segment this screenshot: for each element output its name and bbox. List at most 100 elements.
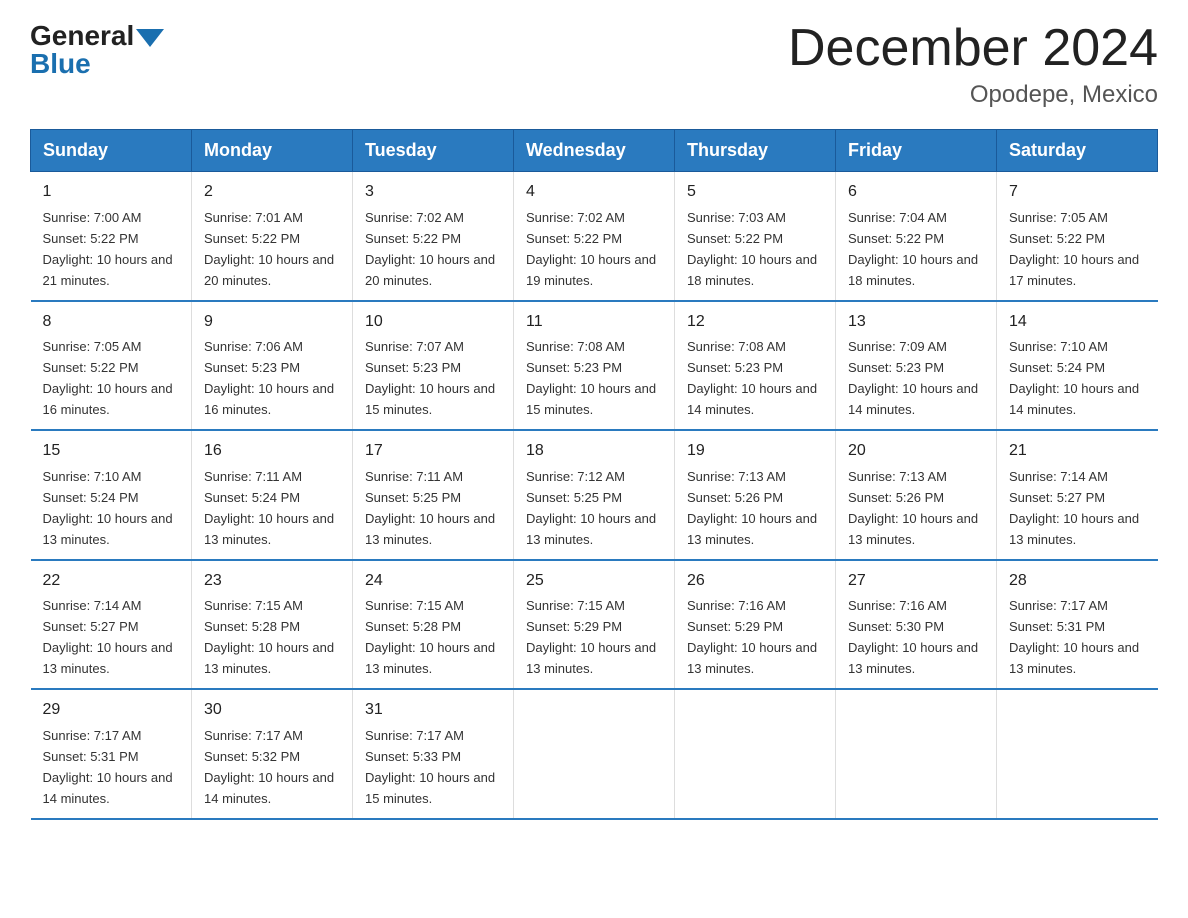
day-info: Sunrise: 7:03 AMSunset: 5:22 PMDaylight:…: [687, 210, 817, 288]
calendar-cell: 1 Sunrise: 7:00 AMSunset: 5:22 PMDayligh…: [31, 172, 192, 301]
calendar-subtitle: Opodepe, Mexico: [788, 81, 1158, 109]
calendar-cell: 3 Sunrise: 7:02 AMSunset: 5:22 PMDayligh…: [353, 172, 514, 301]
calendar-cell: 24 Sunrise: 7:15 AMSunset: 5:28 PMDaylig…: [353, 560, 514, 689]
day-info: Sunrise: 7:16 AMSunset: 5:30 PMDaylight:…: [848, 598, 978, 676]
calendar-cell: 29 Sunrise: 7:17 AMSunset: 5:31 PMDaylig…: [31, 689, 192, 818]
calendar-cell: 23 Sunrise: 7:15 AMSunset: 5:28 PMDaylig…: [192, 560, 353, 689]
day-number: 8: [43, 310, 180, 335]
calendar-cell: 25 Sunrise: 7:15 AMSunset: 5:29 PMDaylig…: [514, 560, 675, 689]
day-info: Sunrise: 7:17 AMSunset: 5:33 PMDaylight:…: [365, 728, 495, 806]
day-info: Sunrise: 7:17 AMSunset: 5:31 PMDaylight:…: [43, 728, 173, 806]
day-info: Sunrise: 7:02 AMSunset: 5:22 PMDaylight:…: [365, 210, 495, 288]
calendar-cell: 27 Sunrise: 7:16 AMSunset: 5:30 PMDaylig…: [836, 560, 997, 689]
day-number: 26: [687, 569, 823, 594]
calendar-cell: [997, 689, 1158, 818]
day-info: Sunrise: 7:02 AMSunset: 5:22 PMDaylight:…: [526, 210, 656, 288]
day-info: Sunrise: 7:10 AMSunset: 5:24 PMDaylight:…: [43, 469, 173, 547]
day-number: 10: [365, 310, 501, 335]
day-info: Sunrise: 7:11 AMSunset: 5:25 PMDaylight:…: [365, 469, 495, 547]
day-info: Sunrise: 7:05 AMSunset: 5:22 PMDaylight:…: [1009, 210, 1139, 288]
calendar-week-row: 22 Sunrise: 7:14 AMSunset: 5:27 PMDaylig…: [31, 560, 1158, 689]
calendar-cell: [514, 689, 675, 818]
calendar-week-row: 29 Sunrise: 7:17 AMSunset: 5:31 PMDaylig…: [31, 689, 1158, 818]
day-number: 3: [365, 180, 501, 205]
day-number: 24: [365, 569, 501, 594]
day-number: 6: [848, 180, 984, 205]
calendar-cell: 8 Sunrise: 7:05 AMSunset: 5:22 PMDayligh…: [31, 301, 192, 430]
page-header: General Blue December 2024 Opodepe, Mexi…: [30, 20, 1158, 109]
calendar-week-row: 1 Sunrise: 7:00 AMSunset: 5:22 PMDayligh…: [31, 172, 1158, 301]
title-block: December 2024 Opodepe, Mexico: [788, 20, 1158, 109]
day-number: 17: [365, 439, 501, 464]
calendar-cell: 14 Sunrise: 7:10 AMSunset: 5:24 PMDaylig…: [997, 301, 1158, 430]
day-number: 15: [43, 439, 180, 464]
day-number: 12: [687, 310, 823, 335]
day-info: Sunrise: 7:15 AMSunset: 5:29 PMDaylight:…: [526, 598, 656, 676]
day-info: Sunrise: 7:11 AMSunset: 5:24 PMDaylight:…: [204, 469, 334, 547]
day-info: Sunrise: 7:10 AMSunset: 5:24 PMDaylight:…: [1009, 339, 1139, 417]
day-number: 28: [1009, 569, 1146, 594]
logo-blue-text: Blue: [30, 48, 91, 80]
header-sunday: Sunday: [31, 130, 192, 172]
calendar-cell: 22 Sunrise: 7:14 AMSunset: 5:27 PMDaylig…: [31, 560, 192, 689]
day-number: 5: [687, 180, 823, 205]
calendar-cell: [675, 689, 836, 818]
day-number: 11: [526, 310, 662, 335]
day-number: 29: [43, 698, 180, 723]
day-info: Sunrise: 7:00 AMSunset: 5:22 PMDaylight:…: [43, 210, 173, 288]
day-number: 9: [204, 310, 340, 335]
day-number: 25: [526, 569, 662, 594]
day-info: Sunrise: 7:08 AMSunset: 5:23 PMDaylight:…: [687, 339, 817, 417]
day-info: Sunrise: 7:15 AMSunset: 5:28 PMDaylight:…: [204, 598, 334, 676]
calendar-cell: 10 Sunrise: 7:07 AMSunset: 5:23 PMDaylig…: [353, 301, 514, 430]
day-number: 31: [365, 698, 501, 723]
day-number: 30: [204, 698, 340, 723]
header-tuesday: Tuesday: [353, 130, 514, 172]
day-number: 16: [204, 439, 340, 464]
logo-arrow-icon: [136, 29, 164, 47]
day-info: Sunrise: 7:08 AMSunset: 5:23 PMDaylight:…: [526, 339, 656, 417]
calendar-cell: 30 Sunrise: 7:17 AMSunset: 5:32 PMDaylig…: [192, 689, 353, 818]
day-number: 13: [848, 310, 984, 335]
calendar-title: December 2024: [788, 20, 1158, 77]
day-info: Sunrise: 7:17 AMSunset: 5:32 PMDaylight:…: [204, 728, 334, 806]
header-wednesday: Wednesday: [514, 130, 675, 172]
day-info: Sunrise: 7:04 AMSunset: 5:22 PMDaylight:…: [848, 210, 978, 288]
calendar-cell: 26 Sunrise: 7:16 AMSunset: 5:29 PMDaylig…: [675, 560, 836, 689]
day-info: Sunrise: 7:15 AMSunset: 5:28 PMDaylight:…: [365, 598, 495, 676]
calendar-cell: 12 Sunrise: 7:08 AMSunset: 5:23 PMDaylig…: [675, 301, 836, 430]
day-info: Sunrise: 7:13 AMSunset: 5:26 PMDaylight:…: [848, 469, 978, 547]
day-info: Sunrise: 7:09 AMSunset: 5:23 PMDaylight:…: [848, 339, 978, 417]
day-info: Sunrise: 7:06 AMSunset: 5:23 PMDaylight:…: [204, 339, 334, 417]
day-number: 27: [848, 569, 984, 594]
calendar-cell: 21 Sunrise: 7:14 AMSunset: 5:27 PMDaylig…: [997, 430, 1158, 559]
calendar-header: SundayMondayTuesdayWednesdayThursdayFrid…: [31, 130, 1158, 172]
day-number: 1: [43, 180, 180, 205]
day-info: Sunrise: 7:01 AMSunset: 5:22 PMDaylight:…: [204, 210, 334, 288]
calendar-week-row: 15 Sunrise: 7:10 AMSunset: 5:24 PMDaylig…: [31, 430, 1158, 559]
calendar-cell: 5 Sunrise: 7:03 AMSunset: 5:22 PMDayligh…: [675, 172, 836, 301]
calendar-cell: 31 Sunrise: 7:17 AMSunset: 5:33 PMDaylig…: [353, 689, 514, 818]
day-number: 4: [526, 180, 662, 205]
day-info: Sunrise: 7:14 AMSunset: 5:27 PMDaylight:…: [1009, 469, 1139, 547]
header-saturday: Saturday: [997, 130, 1158, 172]
day-number: 21: [1009, 439, 1146, 464]
header-monday: Monday: [192, 130, 353, 172]
day-number: 23: [204, 569, 340, 594]
calendar-cell: 13 Sunrise: 7:09 AMSunset: 5:23 PMDaylig…: [836, 301, 997, 430]
day-number: 7: [1009, 180, 1146, 205]
day-number: 22: [43, 569, 180, 594]
day-info: Sunrise: 7:05 AMSunset: 5:22 PMDaylight:…: [43, 339, 173, 417]
calendar-cell: 28 Sunrise: 7:17 AMSunset: 5:31 PMDaylig…: [997, 560, 1158, 689]
day-number: 2: [204, 180, 340, 205]
day-number: 19: [687, 439, 823, 464]
day-number: 20: [848, 439, 984, 464]
calendar-cell: 16 Sunrise: 7:11 AMSunset: 5:24 PMDaylig…: [192, 430, 353, 559]
day-info: Sunrise: 7:07 AMSunset: 5:23 PMDaylight:…: [365, 339, 495, 417]
calendar-cell: 4 Sunrise: 7:02 AMSunset: 5:22 PMDayligh…: [514, 172, 675, 301]
calendar-cell: 18 Sunrise: 7:12 AMSunset: 5:25 PMDaylig…: [514, 430, 675, 559]
calendar-week-row: 8 Sunrise: 7:05 AMSunset: 5:22 PMDayligh…: [31, 301, 1158, 430]
day-info: Sunrise: 7:13 AMSunset: 5:26 PMDaylight:…: [687, 469, 817, 547]
calendar-cell: 20 Sunrise: 7:13 AMSunset: 5:26 PMDaylig…: [836, 430, 997, 559]
calendar-cell: 7 Sunrise: 7:05 AMSunset: 5:22 PMDayligh…: [997, 172, 1158, 301]
